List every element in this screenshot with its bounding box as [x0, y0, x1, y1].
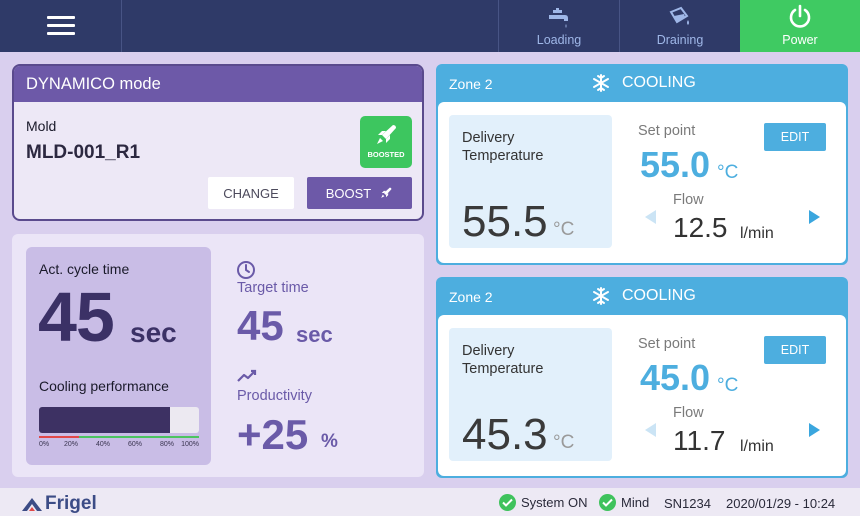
- delivery-label: Delivery Temperature: [462, 343, 544, 377]
- flow-unit: l/min: [740, 225, 774, 242]
- edit-label: EDIT: [780, 343, 810, 357]
- performance-tick-label: 80%: [159, 441, 175, 448]
- zone-body: Delivery Temperature 55.5 °C Set point E…: [438, 102, 846, 263]
- mind-status-label: Mind: [621, 495, 650, 510]
- target-time-value: 45: [237, 302, 284, 349]
- delivery-value: 55.5: [462, 197, 548, 246]
- performance-tick-label: 60%: [127, 441, 143, 448]
- zone-header: Zone 2 COOLING: [436, 277, 848, 315]
- cooling-performance-label: Cooling performance: [39, 378, 169, 394]
- cycle-time-panel: Act. cycle time 45 sec Cooling performan…: [26, 247, 211, 465]
- target-time-unit: sec: [296, 322, 333, 347]
- edit-setpoint-button[interactable]: EDIT: [764, 336, 826, 364]
- draining-button[interactable]: Draining: [619, 0, 740, 52]
- clock-icon: [237, 261, 255, 279]
- snowflake-icon: [593, 74, 609, 92]
- flow-value: 11.7: [673, 425, 726, 456]
- target-time-label: Target time: [237, 280, 309, 296]
- cycle-card: Act. cycle time 45 sec Cooling performan…: [12, 234, 424, 477]
- power-button[interactable]: Power: [740, 0, 860, 52]
- zone-header: Zone 2 COOLING: [436, 64, 848, 102]
- zone-card: Zone 2 COOLING Delivery Temperature 45.3…: [436, 277, 848, 478]
- brand-name: Frigel: [45, 493, 97, 514]
- flow-label: Flow: [673, 405, 704, 421]
- menu-button[interactable]: [0, 0, 122, 52]
- act-cycle-value: 45: [38, 278, 115, 356]
- check-icon: [499, 494, 516, 511]
- boost-button[interactable]: BOOST: [307, 177, 412, 209]
- brand-logo: Frigel: [21, 493, 97, 515]
- edit-label: EDIT: [780, 130, 810, 144]
- setpoint-label: Set point: [638, 123, 696, 139]
- dynamico-card: DYNAMICO mode Mold MLD-001_R1 BOOSTED CH…: [12, 64, 424, 221]
- loading-button[interactable]: Loading: [498, 0, 619, 52]
- zone-status: COOLING: [622, 287, 696, 304]
- mold-label: Mold: [26, 118, 57, 134]
- setpoint-unit: °C: [717, 375, 739, 396]
- performance-tick-label: 100%: [181, 441, 199, 448]
- change-label: CHANGE: [223, 185, 279, 201]
- flow-increase-arrow[interactable]: [809, 210, 820, 224]
- setpoint-unit: °C: [717, 162, 739, 183]
- boosted-label: BOOSTED: [367, 150, 405, 159]
- check-icon: [599, 494, 616, 511]
- loading-label: Loading: [536, 33, 582, 47]
- act-cycle-unit: sec: [130, 317, 177, 348]
- mold-value: MLD-001_R1: [26, 142, 141, 163]
- flow-decrease-arrow[interactable]: [645, 423, 656, 437]
- delivery-unit: °C: [553, 219, 575, 240]
- datetime: 2020/01/29 - 10:24: [726, 496, 836, 511]
- boosted-badge: BOOSTED: [360, 116, 412, 168]
- delivery-panel: Delivery Temperature 55.5 °C: [449, 115, 612, 248]
- serial-number: SN1234: [664, 496, 711, 511]
- trend-icon: [237, 369, 257, 382]
- power-label: Power: [782, 33, 818, 47]
- hamburger-icon: [46, 16, 75, 36]
- productivity-value: +25: [237, 411, 309, 458]
- productivity-label: Productivity: [237, 388, 312, 404]
- dynamico-title: DYNAMICO mode: [14, 66, 422, 102]
- faucet-icon: [549, 8, 568, 28]
- draining-label: Draining: [656, 33, 704, 47]
- flow-decrease-arrow[interactable]: [645, 210, 656, 224]
- zone-card: Zone 2 COOLING Delivery Temperature 55.5…: [436, 64, 848, 265]
- draining-icon: [669, 6, 689, 25]
- performance-tick-label: 0%: [39, 441, 50, 448]
- cooling-performance-fill: [39, 407, 171, 433]
- delivery-panel: Delivery Temperature 45.3 °C: [449, 328, 612, 461]
- cooling-performance-bar: [39, 407, 199, 433]
- performance-tick-label: 20%: [63, 441, 79, 448]
- flow-unit: l/min: [740, 438, 774, 455]
- system-status: System ON: [499, 494, 587, 511]
- act-cycle-label: Act. cycle time: [39, 261, 130, 277]
- zone-name: Zone 2: [449, 76, 493, 92]
- rocket-icon: [381, 187, 392, 198]
- delivery-unit: °C: [553, 432, 575, 453]
- flow-label: Flow: [673, 192, 704, 208]
- zone-name: Zone 2: [449, 289, 493, 305]
- power-icon: [789, 4, 811, 28]
- setpoint-value: 45.0: [640, 357, 711, 398]
- zone-body: Delivery Temperature 45.3 °C Set point E…: [438, 315, 846, 476]
- boost-label: BOOST: [325, 185, 372, 201]
- status-bar: Frigel System ON Mind SN1234 2020/01/29 …: [0, 488, 860, 516]
- top-bar: Loading Draining Power: [0, 0, 860, 52]
- performance-scale-line: [39, 436, 199, 438]
- edit-setpoint-button[interactable]: EDIT: [764, 123, 826, 151]
- zone-status: COOLING: [622, 74, 696, 91]
- mind-status: Mind: [599, 494, 649, 511]
- frigel-logo-icon: [22, 498, 42, 511]
- performance-tick-label: 40%: [95, 441, 111, 448]
- snowflake-icon: [593, 287, 609, 305]
- productivity-unit: %: [321, 431, 338, 452]
- delivery-value: 45.3: [462, 410, 548, 459]
- setpoint-label: Set point: [638, 336, 696, 352]
- setpoint-value: 55.0: [640, 144, 711, 185]
- system-status-label: System ON: [521, 495, 588, 510]
- delivery-label: Delivery Temperature: [462, 130, 544, 164]
- rocket-icon: [377, 125, 396, 144]
- change-button[interactable]: CHANGE: [208, 177, 294, 209]
- flow-increase-arrow[interactable]: [809, 423, 820, 437]
- flow-value: 12.5: [673, 212, 728, 243]
